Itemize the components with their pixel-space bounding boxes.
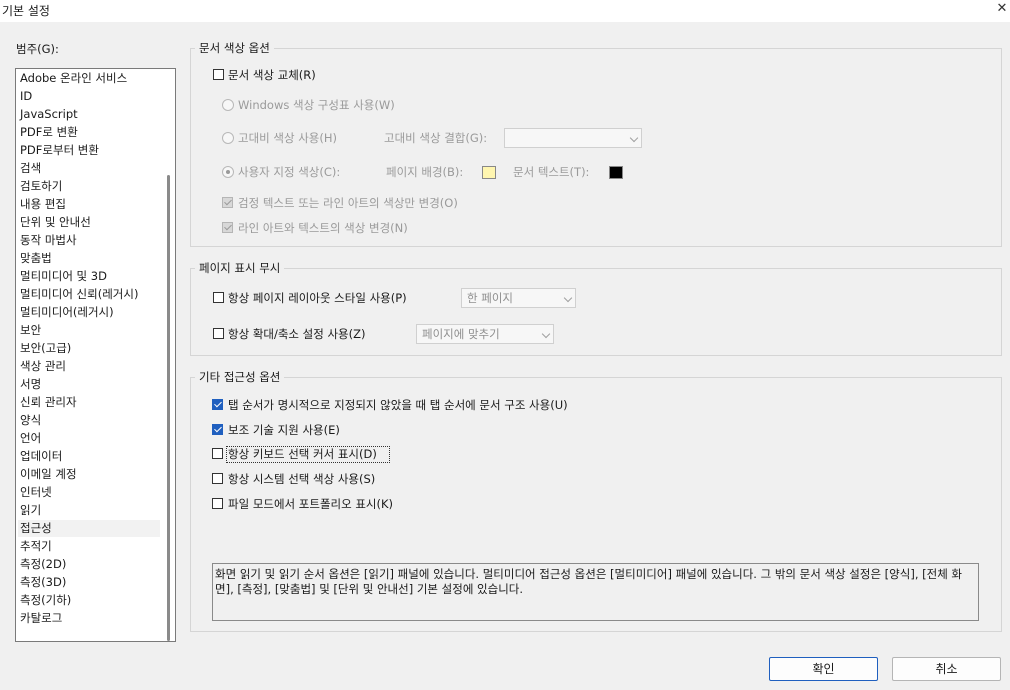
page-layout-select[interactable]: 한 페이지 <box>461 288 576 308</box>
category-item[interactable]: 측정(3D) <box>18 574 160 591</box>
doc-text-swatch[interactable] <box>609 166 623 179</box>
category-item[interactable]: 멀티미디어 신뢰(레거시) <box>18 286 160 303</box>
line-art-label: 라인 아트와 텍스트의 색상 변경(N) <box>238 221 408 235</box>
windows-scheme-label: Windows 색상 구성표 사용(W) <box>238 98 395 112</box>
other-access-legend: 기타 접근성 옵션 <box>195 370 285 384</box>
windows-scheme-radio[interactable] <box>222 99 234 111</box>
system-color-label: 항상 시스템 선택 색상 사용(S) <box>228 472 376 486</box>
ok-button[interactable]: 확인 <box>769 657 878 681</box>
zoom-label: 항상 확대/축소 설정 사용(Z) <box>228 327 366 341</box>
category-item[interactable]: JavaScript <box>18 106 160 123</box>
replace-colors-label: 문서 색상 교체(R) <box>228 68 316 82</box>
category-item[interactable]: 색상 관리 <box>18 358 160 375</box>
category-item[interactable]: 측정(2D) <box>18 556 160 573</box>
keyboard-cursor-checkbox[interactable] <box>212 448 223 459</box>
category-label: 범주(G): <box>16 42 59 56</box>
category-item[interactable]: PDF로 변환 <box>18 124 160 141</box>
category-item[interactable]: 언어 <box>18 430 160 447</box>
assistive-label: 보조 기술 지원 사용(E) <box>228 423 340 437</box>
system-color-checkbox[interactable] <box>212 473 223 484</box>
tab-order-label: 탭 순서가 명시적으로 지정되지 않았을 때 탭 순서에 문서 구조 사용(U) <box>228 398 568 412</box>
chevron-down-icon <box>629 133 639 143</box>
category-item[interactable]: PDF로부터 변환 <box>18 142 160 159</box>
high-contrast-label: 고대비 색상 사용(H) <box>238 131 337 145</box>
keyboard-cursor-label: 항상 키보드 선택 커서 표시(D) <box>228 447 377 461</box>
category-item[interactable]: 측정(기하) <box>18 592 160 609</box>
category-item[interactable]: 인터넷 <box>18 484 160 501</box>
category-item[interactable]: ID <box>18 88 160 105</box>
category-item[interactable]: 보안 <box>18 322 160 339</box>
category-item[interactable]: 멀티미디어(레거시) <box>18 304 160 321</box>
info-text-box: 화면 읽기 및 읽기 순서 옵션은 [읽기] 패널에 있습니다. 멀티미디어 접… <box>212 563 979 621</box>
page-bg-label: 페이지 배경(B): <box>386 165 464 179</box>
assistive-checkbox[interactable] <box>212 424 223 435</box>
category-list[interactable]: Adobe 온라인 서비스 ID JavaScript PDF로 변환 PDF로부터 변… <box>15 68 176 642</box>
replace-colors-checkbox[interactable] <box>213 69 224 80</box>
title-bar: 기본 설정 ✕ <box>0 0 1010 22</box>
zoom-checkbox[interactable] <box>213 328 224 339</box>
high-contrast-combo-label: 고대비 색상 결합(G): <box>384 131 488 145</box>
cancel-button[interactable]: 취소 <box>892 657 1001 681</box>
category-item[interactable]: 업데이터 <box>18 448 160 465</box>
category-item[interactable]: 검토하기 <box>18 178 160 195</box>
category-item[interactable]: 내용 편집 <box>18 196 160 213</box>
tab-order-checkbox[interactable] <box>212 399 223 410</box>
black-text-only-checkbox[interactable] <box>222 197 233 208</box>
portfolio-checkbox[interactable] <box>212 498 223 509</box>
category-item[interactable]: 양식 <box>18 412 160 429</box>
category-item[interactable]: 서명 <box>18 376 160 393</box>
custom-color-label: 사용자 지정 색상(C): <box>238 165 341 179</box>
category-item[interactable]: 검색 <box>18 160 160 177</box>
category-item[interactable]: 보안(고급) <box>18 340 160 357</box>
page-display-legend: 페이지 표시 무시 <box>195 261 285 275</box>
category-item[interactable]: Adobe 온라인 서비스 <box>18 70 160 87</box>
category-item[interactable]: 동작 마법사 <box>18 232 160 249</box>
category-item[interactable]: 멀티미디어 및 3D <box>18 268 160 285</box>
category-item[interactable]: 이메일 계정 <box>18 466 160 483</box>
page-bg-swatch[interactable] <box>482 166 496 179</box>
chevron-down-icon <box>541 329 551 339</box>
window-title: 기본 설정 <box>2 4 50 18</box>
zoom-select[interactable]: 페이지에 맞추기 <box>416 324 554 344</box>
category-item[interactable]: 접근성 <box>18 520 160 537</box>
category-item[interactable]: 단위 및 안내선 <box>18 214 160 231</box>
doc-color-legend: 문서 색상 옵션 <box>195 41 274 55</box>
category-item[interactable]: 추적기 <box>18 538 160 555</box>
high-contrast-select[interactable] <box>504 128 642 148</box>
category-item[interactable]: 맞춤법 <box>18 250 160 267</box>
portfolio-label: 파일 모드에서 포트폴리오 표시(K) <box>228 497 394 511</box>
high-contrast-radio[interactable] <box>222 132 234 144</box>
doc-text-label: 문서 텍스트(T): <box>513 165 590 179</box>
line-art-checkbox[interactable] <box>222 222 233 233</box>
page-layout-value: 한 페이지 <box>467 291 513 305</box>
category-item[interactable]: 읽기 <box>18 502 160 519</box>
close-icon[interactable]: ✕ <box>994 0 1010 18</box>
zoom-value: 페이지에 맞추기 <box>422 327 500 341</box>
custom-color-radio[interactable] <box>222 166 234 178</box>
page-layout-label: 항상 페이지 레이아웃 스타일 사용(P) <box>228 291 407 305</box>
chevron-down-icon <box>563 293 573 303</box>
category-item[interactable]: 카탈로그 <box>18 610 160 627</box>
category-item[interactable]: 신뢰 관리자 <box>18 394 160 411</box>
page-display-group <box>190 268 1002 356</box>
black-text-only-label: 검정 텍스트 또는 라인 아트의 색상만 변경(O) <box>238 196 458 210</box>
page-layout-checkbox[interactable] <box>213 292 224 303</box>
list-scrollbar[interactable] <box>167 175 170 641</box>
